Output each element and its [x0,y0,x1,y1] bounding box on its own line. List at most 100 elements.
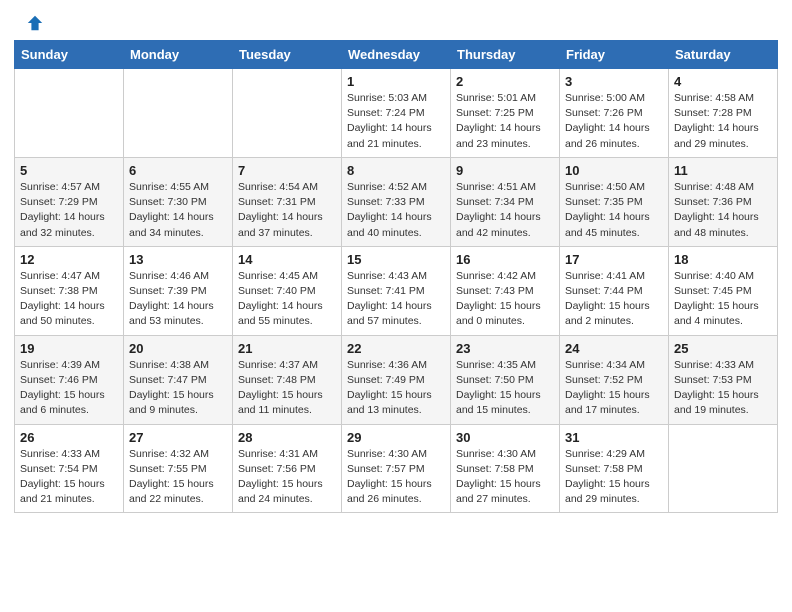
day-number: 13 [129,252,227,267]
day-number: 22 [347,341,445,356]
week-row-1: 1 Sunrise: 5:03 AMSunset: 7:24 PMDaylight… [15,69,778,158]
day-info: Sunrise: 4:52 AMSunset: 7:33 PMDaylight:… [347,180,445,241]
day-cell: 28 Sunrise: 4:31 AMSunset: 7:56 PMDayligh… [233,424,342,513]
day-info: Sunrise: 4:30 AMSunset: 7:57 PMDaylight:… [347,447,445,508]
day-info: Sunrise: 5:03 AMSunset: 7:24 PMDaylight:… [347,91,445,152]
day-number: 20 [129,341,227,356]
day-info: Sunrise: 5:00 AMSunset: 7:26 PMDaylight:… [565,91,663,152]
day-number: 31 [565,430,663,445]
day-info: Sunrise: 4:45 AMSunset: 7:40 PMDaylight:… [238,269,336,330]
weekday-header-thursday: Thursday [451,41,560,69]
weekday-header-tuesday: Tuesday [233,41,342,69]
day-cell [15,69,124,158]
calendar-wrapper: SundayMondayTuesdayWednesdayThursdayFrid… [0,40,792,527]
day-info: Sunrise: 4:43 AMSunset: 7:41 PMDaylight:… [347,269,445,330]
week-row-5: 26 Sunrise: 4:33 AMSunset: 7:54 PMDayligh… [15,424,778,513]
day-cell: 25Sunrise: 4:33 AMSunset: 7:53 PMDayligh… [669,335,778,424]
day-cell: 5 Sunrise: 4:57 AMSunset: 7:29 PMDaylight… [15,157,124,246]
day-info: Sunrise: 4:33 AMSunset: 7:54 PMDaylight:… [20,447,118,508]
day-cell: 13 Sunrise: 4:46 AMSunset: 7:39 PMDayligh… [124,246,233,335]
day-cell: 10 Sunrise: 4:50 AMSunset: 7:35 PMDayligh… [560,157,669,246]
weekday-header-sunday: Sunday [15,41,124,69]
day-info: Sunrise: 4:48 AMSunset: 7:36 PMDaylight:… [674,180,772,241]
day-cell: 17Sunrise: 4:41 AMSunset: 7:44 PMDayligh… [560,246,669,335]
day-number: 11 [674,163,772,178]
day-cell: 14 Sunrise: 4:45 AMSunset: 7:40 PMDayligh… [233,246,342,335]
day-cell: 3Sunrise: 5:00 AMSunset: 7:26 PMDaylight… [560,69,669,158]
day-info: Sunrise: 4:31 AMSunset: 7:56 PMDaylight:… [238,447,336,508]
day-cell: 20 Sunrise: 4:38 AMSunset: 7:47 PMDayligh… [124,335,233,424]
weekday-header-wednesday: Wednesday [342,41,451,69]
day-cell [669,424,778,513]
day-info: Sunrise: 4:38 AMSunset: 7:47 PMDaylight:… [129,358,227,419]
day-cell: 30Sunrise: 4:30 AMSunset: 7:58 PMDayligh… [451,424,560,513]
day-info: Sunrise: 4:47 AMSunset: 7:38 PMDaylight:… [20,269,118,330]
day-number: 6 [129,163,227,178]
day-number: 5 [20,163,118,178]
day-cell [124,69,233,158]
day-cell: 1 Sunrise: 5:03 AMSunset: 7:24 PMDaylight… [342,69,451,158]
header [0,0,792,40]
day-info: Sunrise: 4:36 AMSunset: 7:49 PMDaylight:… [347,358,445,419]
day-number: 14 [238,252,336,267]
day-cell: 7Sunrise: 4:54 AMSunset: 7:31 PMDaylight… [233,157,342,246]
weekday-header-row: SundayMondayTuesdayWednesdayThursdayFrid… [15,41,778,69]
day-number: 18 [674,252,772,267]
day-cell: 31 Sunrise: 4:29 AMSunset: 7:58 PMDayligh… [560,424,669,513]
day-cell: 23 Sunrise: 4:35 AMSunset: 7:50 PMDayligh… [451,335,560,424]
day-number: 24 [565,341,663,356]
day-number: 1 [347,74,445,89]
day-number: 25 [674,341,772,356]
weekday-header-saturday: Saturday [669,41,778,69]
day-number: 16 [456,252,554,267]
day-number: 27 [129,430,227,445]
day-info: Sunrise: 4:57 AMSunset: 7:29 PMDaylight:… [20,180,118,241]
day-number: 8 [347,163,445,178]
day-number: 2 [456,74,554,89]
day-cell: 4Sunrise: 4:58 AMSunset: 7:28 PMDaylight… [669,69,778,158]
day-number: 15 [347,252,445,267]
day-info: Sunrise: 4:46 AMSunset: 7:39 PMDaylight:… [129,269,227,330]
day-number: 7 [238,163,336,178]
day-cell: 24Sunrise: 4:34 AMSunset: 7:52 PMDayligh… [560,335,669,424]
week-row-3: 12 Sunrise: 4:47 AMSunset: 7:38 PMDayligh… [15,246,778,335]
calendar-table: SundayMondayTuesdayWednesdayThursdayFrid… [14,40,778,513]
day-number: 30 [456,430,554,445]
day-info: Sunrise: 4:42 AMSunset: 7:43 PMDaylight:… [456,269,554,330]
day-info: Sunrise: 4:50 AMSunset: 7:35 PMDaylight:… [565,180,663,241]
day-cell: 29Sunrise: 4:30 AMSunset: 7:57 PMDayligh… [342,424,451,513]
day-number: 28 [238,430,336,445]
day-number: 10 [565,163,663,178]
day-number: 26 [20,430,118,445]
weekday-header-friday: Friday [560,41,669,69]
day-info: Sunrise: 4:29 AMSunset: 7:58 PMDaylight:… [565,447,663,508]
day-number: 9 [456,163,554,178]
day-info: Sunrise: 4:41 AMSunset: 7:44 PMDaylight:… [565,269,663,330]
day-number: 23 [456,341,554,356]
day-cell: 6 Sunrise: 4:55 AMSunset: 7:30 PMDaylight… [124,157,233,246]
day-cell: 16 Sunrise: 4:42 AMSunset: 7:43 PMDayligh… [451,246,560,335]
week-row-4: 19Sunrise: 4:39 AMSunset: 7:46 PMDayligh… [15,335,778,424]
day-cell: 8 Sunrise: 4:52 AMSunset: 7:33 PMDaylight… [342,157,451,246]
day-info: Sunrise: 4:40 AMSunset: 7:45 PMDaylight:… [674,269,772,330]
day-cell: 2 Sunrise: 5:01 AMSunset: 7:25 PMDaylight… [451,69,560,158]
week-row-2: 5 Sunrise: 4:57 AMSunset: 7:29 PMDaylight… [15,157,778,246]
day-number: 12 [20,252,118,267]
day-cell: 26 Sunrise: 4:33 AMSunset: 7:54 PMDayligh… [15,424,124,513]
day-info: Sunrise: 4:55 AMSunset: 7:30 PMDaylight:… [129,180,227,241]
day-info: Sunrise: 4:32 AMSunset: 7:55 PMDaylight:… [129,447,227,508]
day-info: Sunrise: 4:35 AMSunset: 7:50 PMDaylight:… [456,358,554,419]
day-info: Sunrise: 4:51 AMSunset: 7:34 PMDaylight:… [456,180,554,241]
day-info: Sunrise: 4:58 AMSunset: 7:28 PMDaylight:… [674,91,772,152]
day-cell: 15 Sunrise: 4:43 AMSunset: 7:41 PMDayligh… [342,246,451,335]
day-cell: 27 Sunrise: 4:32 AMSunset: 7:55 PMDayligh… [124,424,233,513]
page: SundayMondayTuesdayWednesdayThursdayFrid… [0,0,792,612]
day-cell: 18 Sunrise: 4:40 AMSunset: 7:45 PMDayligh… [669,246,778,335]
day-info: Sunrise: 5:01 AMSunset: 7:25 PMDaylight:… [456,91,554,152]
day-number: 19 [20,341,118,356]
day-cell: 21Sunrise: 4:37 AMSunset: 7:48 PMDayligh… [233,335,342,424]
day-cell: 9 Sunrise: 4:51 AMSunset: 7:34 PMDaylight… [451,157,560,246]
logo-icon [26,14,44,32]
day-info: Sunrise: 4:37 AMSunset: 7:48 PMDaylight:… [238,358,336,419]
day-cell: 11 Sunrise: 4:48 AMSunset: 7:36 PMDayligh… [669,157,778,246]
